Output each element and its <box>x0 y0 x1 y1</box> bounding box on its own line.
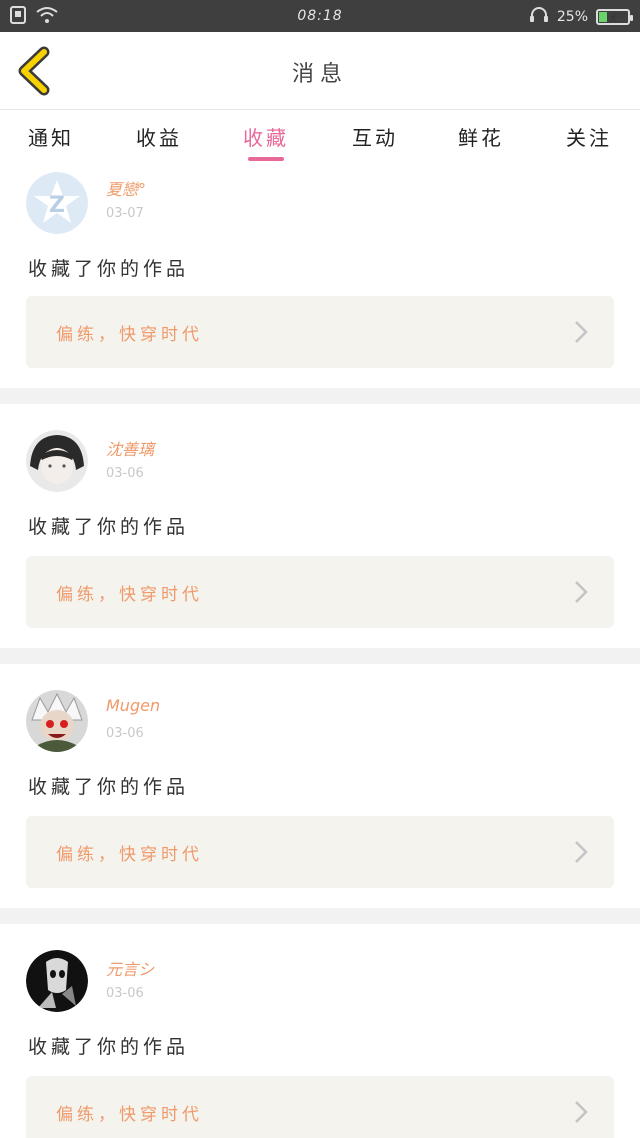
battery-fill <box>599 12 607 22</box>
headset-icon <box>529 6 549 28</box>
timestamp: 03-06 <box>106 986 144 1001</box>
action-text: 收藏了你的作品 <box>28 516 190 538</box>
work-title: 偏练，快穿时代 <box>56 325 203 345</box>
action-text: 收藏了你的作品 <box>28 776 190 798</box>
tab-earnings[interactable]: 收益 <box>136 122 182 151</box>
avatar[interactable]: Z <box>26 172 88 234</box>
work-link[interactable]: 偏练，快穿时代 <box>26 296 614 368</box>
avatar[interactable] <box>26 430 88 492</box>
chevron-right-icon <box>575 581 588 603</box>
header: 消息 <box>0 32 640 110</box>
work-title: 偏练，快穿时代 <box>56 845 203 865</box>
divider <box>0 648 640 664</box>
divider <box>0 388 640 404</box>
username[interactable]: 夏戀° <box>106 176 146 200</box>
tab-interactions[interactable]: 互动 <box>352 122 398 151</box>
chevron-right-icon <box>575 321 588 343</box>
message-list: Z 夏戀° 03-07 收藏了你的作品 偏练，快穿时代 沈善璃 03-06 收藏… <box>0 166 640 1138</box>
battery-percent: 25% <box>556 9 588 25</box>
action-text: 收藏了你的作品 <box>28 258 190 280</box>
list-item: 元言シ 03-06 收藏了你的作品 偏练，快穿时代 <box>0 924 640 1138</box>
action-text: 收藏了你的作品 <box>28 1036 190 1058</box>
charging-icon: ⚡ <box>609 10 617 24</box>
list-item: Mugen 03-06 收藏了你的作品 偏练，快穿时代 <box>0 664 640 908</box>
list-item: 沈善璃 03-06 收藏了你的作品 偏练，快穿时代 <box>0 404 640 648</box>
username[interactable]: 沈善璃 <box>106 436 154 460</box>
tab-bar: 通知 收益 收藏 互动 鲜花 关注 <box>0 110 640 166</box>
list-item: Z 夏戀° 03-07 收藏了你的作品 偏练，快穿时代 <box>0 166 640 388</box>
timestamp: 03-06 <box>106 466 144 481</box>
tab-notifications[interactable]: 通知 <box>28 122 74 151</box>
page-title: 消息 <box>291 62 348 87</box>
work-title: 偏练，快穿时代 <box>56 1105 203 1125</box>
avatar[interactable] <box>26 690 88 752</box>
battery-icon: ⚡ <box>596 9 633 25</box>
tab-following[interactable]: 关注 <box>566 122 612 151</box>
work-link[interactable]: 偏练，快穿时代 <box>26 556 614 628</box>
work-link[interactable]: 偏练，快穿时代 <box>26 816 614 888</box>
svg-text:Z: Z <box>49 193 65 218</box>
avatar[interactable] <box>26 950 88 1012</box>
tab-favorites[interactable]: 收藏 <box>243 122 289 151</box>
status-right: 25% ⚡ <box>529 6 633 28</box>
username[interactable]: 元言シ <box>106 956 154 980</box>
work-link[interactable]: 偏练，快穿时代 <box>26 1076 614 1138</box>
timestamp: 03-06 <box>106 726 144 741</box>
chevron-right-icon <box>575 1101 588 1123</box>
active-tab-indicator <box>248 157 284 161</box>
tab-flowers[interactable]: 鲜花 <box>458 122 504 151</box>
timestamp: 03-07 <box>106 206 144 221</box>
username[interactable]: Mugen <box>106 696 160 715</box>
status-bar: 08:18 25% ⚡ <box>0 0 640 32</box>
divider <box>0 908 640 924</box>
chevron-right-icon <box>575 841 588 863</box>
work-title: 偏练，快穿时代 <box>56 585 203 605</box>
